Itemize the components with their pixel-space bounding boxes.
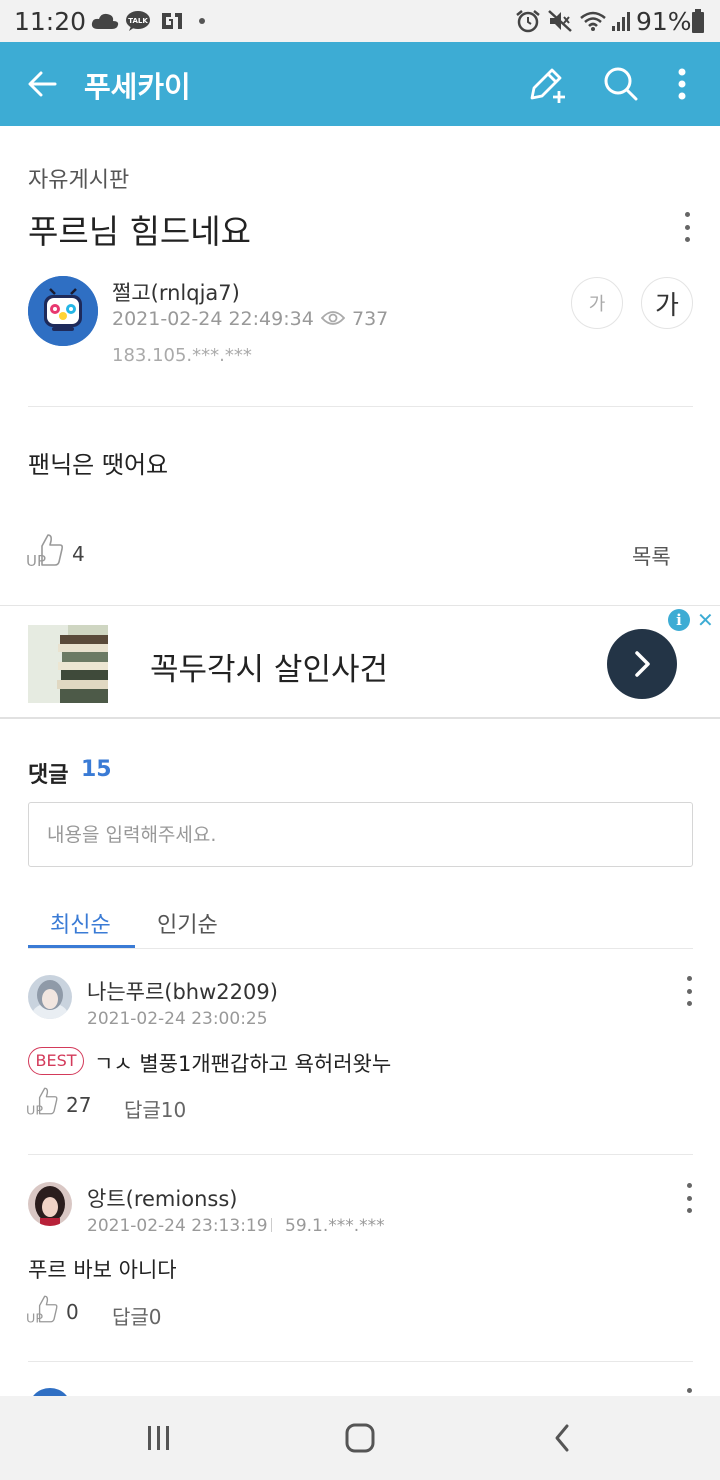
wifi-icon [578, 9, 608, 33]
ad-close-icon[interactable]: ✕ [697, 608, 714, 632]
svg-text:UP: UP [26, 1312, 43, 1325]
ad-info-icon[interactable]: i [668, 609, 690, 631]
comments-label: 댓글 [28, 763, 69, 788]
comment-author[interactable]: 앙트(remionss) [87, 1183, 237, 1213]
ad-title[interactable]: 꼭두각시 살인사건 [150, 644, 388, 689]
recent-apps-icon[interactable] [129, 1416, 189, 1460]
font-smaller-label: 가 [588, 294, 606, 315]
compose-icon[interactable] [522, 60, 570, 108]
signal-icon [610, 9, 632, 33]
status-time: 11:20 [14, 7, 87, 36]
comments-count: 15 [81, 757, 112, 782]
author-ip: 183.105.***.*** [112, 345, 252, 366]
comment-date: 2021-02-24 23:13:19 [87, 1216, 268, 1236]
system-nav-bar [0, 1396, 720, 1480]
cloud-icon [90, 9, 120, 33]
comment-more-icon[interactable] [679, 1183, 699, 1213]
comment-like-count: 0 [66, 1300, 79, 1324]
comment-like-icon[interactable]: UP [26, 1085, 60, 1121]
board-name[interactable]: 자유게시판 [28, 162, 129, 194]
comment-reply-button[interactable]: 답글0 [112, 1301, 162, 1330]
like-up-icon[interactable]: UP [26, 532, 66, 572]
g1-icon [158, 9, 186, 33]
battery-icon [690, 9, 706, 33]
eye-icon [320, 309, 346, 331]
battery-percent: 91% [636, 7, 692, 36]
app-bar: 푸세카이 [0, 42, 720, 126]
alarm-icon [514, 9, 542, 33]
comment-divider [28, 1154, 693, 1155]
comment-author[interactable]: 나는푸르(bhw2209) [87, 976, 278, 1006]
comment-avatar[interactable] [28, 975, 72, 1019]
comment-divider [28, 1361, 693, 1362]
post-more-icon[interactable] [677, 212, 697, 242]
dot-icon [196, 9, 208, 33]
comment-more-icon[interactable] [679, 976, 699, 1006]
talk-icon: TALK [124, 9, 152, 33]
back-arrow-icon[interactable] [18, 60, 66, 108]
comment-like-icon[interactable]: UP [26, 1293, 60, 1329]
best-badge: BEST [28, 1047, 84, 1075]
author-avatar[interactable] [28, 276, 98, 346]
post-like-count: 4 [72, 542, 85, 566]
font-smaller-button[interactable]: 가 [571, 277, 623, 329]
ad-thumbnail [28, 625, 108, 703]
app-title: 푸세카이 [84, 70, 191, 104]
comment-input[interactable] [28, 802, 693, 867]
list-button[interactable]: 목록 [632, 541, 671, 571]
ad-banner[interactable]: 꼭두각시 살인사건 i ✕ [0, 605, 720, 719]
comment-ip: 59.1.***.*** [285, 1216, 385, 1236]
author-name[interactable]: 쩔고(rnlqja7) [112, 277, 240, 307]
ad-go-button[interactable] [607, 629, 677, 699]
comment-avatar[interactable] [28, 1182, 72, 1226]
mute-icon [546, 9, 574, 33]
comment-reply-button[interactable]: 답글10 [124, 1094, 186, 1123]
tab-latest[interactable]: 최신순 [50, 907, 111, 939]
post-date: 2021-02-24 22:49:34 [112, 308, 314, 330]
view-count: 737 [352, 308, 389, 330]
svg-text:UP: UP [26, 552, 46, 568]
post-body: 팬닉은 땟어요 [28, 451, 169, 479]
post-title: 푸르님 힘드네요 [28, 212, 252, 251]
font-larger-button[interactable]: 가 [641, 277, 693, 329]
talk-icon-label: TALK [128, 17, 148, 25]
comment-text: ㄱㅅ 별풍1개팬갑하고 욕허러왓누 [94, 1052, 392, 1076]
comment-date: 2021-02-24 23:00:25 [87, 1009, 268, 1029]
status-bar: 11:20 TALK 91% [0, 0, 720, 42]
tabs-divider [28, 948, 693, 949]
font-larger-label: 가 [655, 290, 679, 321]
meta-separator [271, 1218, 272, 1232]
home-icon[interactable] [330, 1416, 390, 1460]
back-icon[interactable] [532, 1416, 592, 1460]
search-icon[interactable] [597, 60, 645, 108]
tab-popular[interactable]: 인기순 [157, 907, 218, 939]
comment-like-count: 27 [66, 1093, 92, 1117]
more-vert-icon[interactable] [658, 60, 706, 108]
svg-text:UP: UP [26, 1104, 43, 1117]
app-screen: 11:20 TALK 91% 푸세카이 자유게시판 푸르님 힘드네요 쩔고(rn… [0, 0, 720, 1480]
header-divider [28, 406, 693, 407]
comment-text: 푸르 바보 아니다 [28, 1258, 177, 1282]
